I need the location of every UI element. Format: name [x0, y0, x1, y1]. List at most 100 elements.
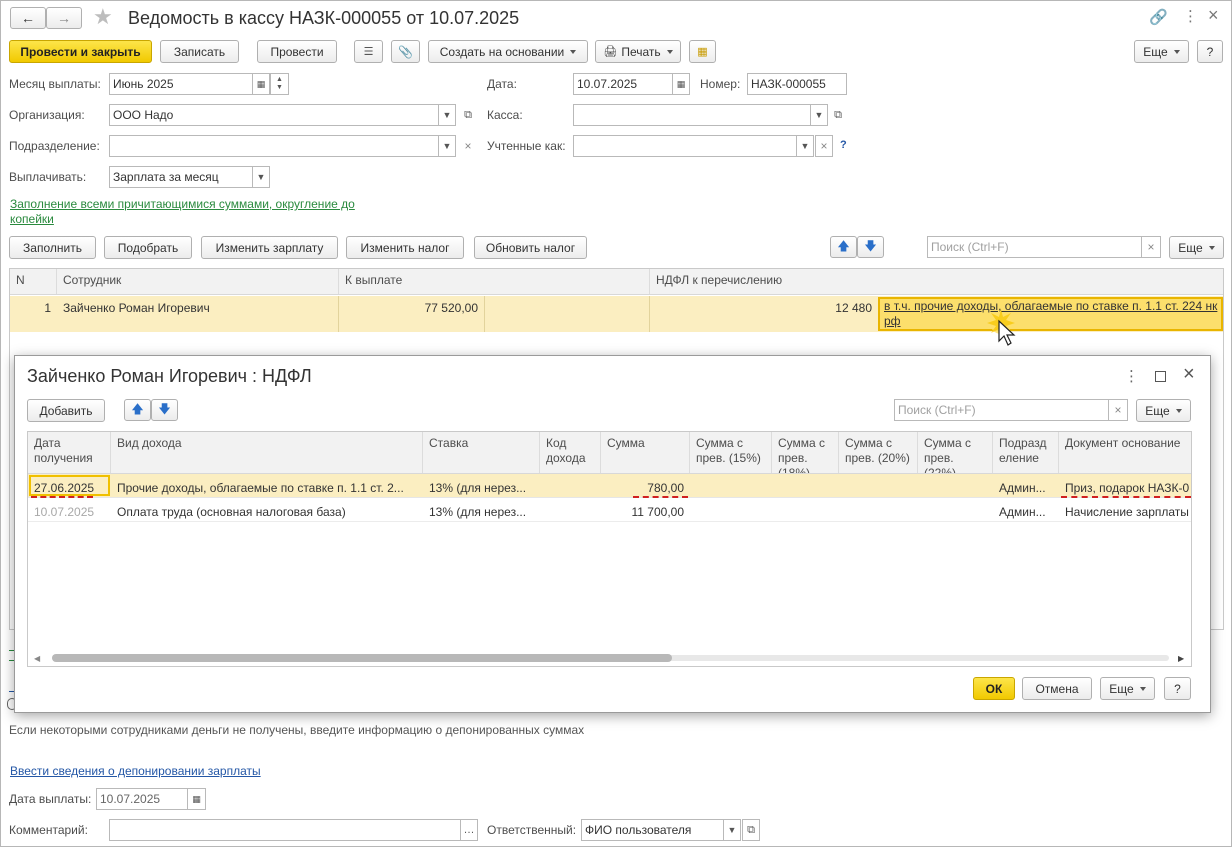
clear-icon: × [1114, 403, 1122, 417]
table-more-button[interactable]: Еще [1169, 236, 1224, 259]
col-income: Вид дохода [111, 432, 423, 473]
org-field[interactable]: ООО Надо [109, 104, 439, 126]
cancel-button[interactable]: Отмена [1022, 677, 1092, 700]
accounted-clear-button[interactable]: × [815, 135, 833, 157]
printer-icon: 🖨 [603, 46, 618, 58]
dialog-more-vertical-icon[interactable]: ⋮ [1124, 367, 1139, 385]
org-open-button[interactable]: ⧉ [459, 104, 477, 126]
col-sum-18: Сумма с прев. (18%) [772, 432, 839, 473]
structure-button[interactable]: ▦ [689, 40, 716, 63]
comment-field[interactable] [109, 819, 461, 841]
accounted-dropdown-button[interactable]: ▼ [796, 135, 814, 157]
calendar-button[interactable]: ▦ [252, 73, 270, 95]
accounted-field[interactable] [573, 135, 797, 157]
comment-expand-button[interactable]: … [460, 819, 478, 841]
dept-label: Подразделение: [9, 139, 100, 153]
help-link[interactable]: ? [840, 139, 847, 151]
dialog-search-input[interactable]: Поиск (Ctrl+F) [894, 399, 1109, 421]
scroll-thumb[interactable] [52, 654, 672, 662]
back-button[interactable]: ← [10, 7, 46, 29]
arrow-down-icon: 🡇 [864, 238, 877, 253]
number-field[interactable]: НАЗК-000055 [747, 73, 847, 95]
print-button[interactable]: 🖨 Печать [595, 40, 681, 63]
scroll-right-icon[interactable]: ▶ [1178, 654, 1184, 663]
dialog-move-up-button[interactable]: 🡅 [124, 399, 151, 421]
add-button[interactable]: Добавить [27, 399, 105, 422]
mouse-cursor-icon [987, 309, 1016, 346]
row-date: 10.07.2025 [34, 505, 95, 519]
col-rate: Ставка [423, 432, 540, 473]
move-up-button[interactable]: 🡅 [830, 236, 857, 258]
dept-field[interactable] [109, 135, 439, 157]
link-icon[interactable]: 🔗 [1149, 8, 1168, 26]
search-clear-button[interactable]: × [1141, 236, 1161, 258]
col-ndfl: НДФЛ к перечислению [656, 273, 783, 287]
dialog-footer-more-button[interactable]: Еще [1100, 677, 1155, 700]
write-button[interactable]: Записать [160, 40, 239, 63]
more-button[interactable]: Еще [1134, 40, 1189, 63]
pay-field[interactable]: Зарплата за месяц [109, 166, 254, 188]
move-down-button[interactable]: 🡇 [857, 236, 884, 258]
deposit-link[interactable]: Ввести сведения о депонировании зарплаты [10, 764, 261, 778]
dialog-close-icon[interactable]: × [1183, 363, 1195, 386]
dept-dropdown-button[interactable]: ▼ [438, 135, 456, 157]
fill-button[interactable]: Заполнить [9, 236, 96, 259]
dialog-help-button[interactable]: ? [1164, 677, 1191, 700]
chevron-down-icon [1139, 686, 1146, 691]
stepper-up-icon: ▲ [276, 76, 283, 83]
row-ndfl: 12 480 [835, 301, 872, 315]
date-field[interactable]: 10.07.2025 [573, 73, 673, 95]
cash-open-button[interactable]: ⧉ [829, 104, 847, 126]
change-salary-button[interactable]: Изменить зарплату [201, 236, 338, 259]
col-sum-15: Сумма с прев. (15%) [690, 432, 772, 473]
org-dropdown-button[interactable]: ▼ [438, 104, 456, 126]
attach-button[interactable]: 📎 [391, 40, 420, 63]
more-label: Еще [1143, 44, 1168, 59]
maximize-icon[interactable] [1155, 371, 1166, 382]
ok-button[interactable]: ОК [973, 677, 1015, 700]
scroll-left-icon[interactable]: ◀ [34, 654, 40, 663]
search-input[interactable]: Поиск (Ctrl+F) [927, 236, 1142, 258]
change-tax-button[interactable]: Изменить налог [346, 236, 464, 259]
dialog-more-button[interactable]: Еще [1136, 399, 1191, 422]
star-icon[interactable]: ★ [93, 4, 113, 30]
month-stepper[interactable]: ▲ ▼ [270, 73, 289, 95]
report-button[interactable]: ☰ [354, 40, 383, 63]
dept-clear-button[interactable]: × [459, 135, 477, 157]
col-dept: Подразделение [993, 432, 1059, 473]
forward-button[interactable]: → [46, 7, 82, 29]
post-button[interactable]: Провести [257, 40, 337, 63]
annotation-underline-sum [633, 496, 688, 498]
horizontal-scrollbar[interactable]: ◀ ▶ [28, 650, 1191, 666]
create-based-button[interactable]: Создать на основании [428, 40, 588, 63]
pay-date-field[interactable]: 10.07.2025 [96, 788, 188, 810]
responsible-open-button[interactable]: ⧉ [742, 819, 760, 841]
post-and-close-button[interactable]: Провести и закрыть [9, 40, 152, 63]
dialog-title: Зайченко Роман Игоревич : НДФЛ [27, 366, 312, 386]
responsible-field[interactable]: ФИО пользователя [581, 819, 724, 841]
dialog-move-down-button[interactable]: 🡇 [151, 399, 178, 421]
pay-date-calendar-button[interactable]: ▦ [187, 788, 206, 810]
month-label: Месяц выплаты: [9, 77, 101, 91]
arrow-up-icon: 🡅 [837, 238, 850, 253]
month-field[interactable]: Июнь 2025 [109, 73, 253, 95]
pay-dropdown-button[interactable]: ▼ [252, 166, 270, 188]
responsible-dropdown-button[interactable]: ▼ [723, 819, 741, 841]
dialog-search-clear-button[interactable]: × [1108, 399, 1128, 421]
row-income: Оплата труда (основная налоговая база) [117, 505, 346, 519]
ndfl-note-link[interactable]: в т.ч. прочие доходы, облагаемые по став… [884, 299, 1220, 329]
cash-dropdown-button[interactable]: ▼ [810, 104, 828, 126]
refresh-tax-button[interactable]: Обновить налог [474, 236, 587, 259]
cash-field[interactable] [573, 104, 811, 126]
row-dept: Админ... [999, 505, 1046, 519]
help-button[interactable]: ? [1197, 40, 1223, 63]
row-to-pay: 77 520,00 [424, 301, 478, 315]
select-button[interactable]: Подобрать [104, 236, 192, 259]
row-rate: 13% (для нерез... [429, 505, 527, 519]
cash-label: Касса: [487, 108, 523, 122]
fill-settings-link[interactable]: Заполнение всеми причитающимися суммами,… [10, 197, 380, 227]
close-icon[interactable]: × [1208, 5, 1219, 26]
more-vertical-icon[interactable]: ⋮ [1183, 7, 1198, 25]
date-calendar-button[interactable]: ▦ [672, 73, 690, 95]
print-label: Печать [621, 44, 661, 59]
